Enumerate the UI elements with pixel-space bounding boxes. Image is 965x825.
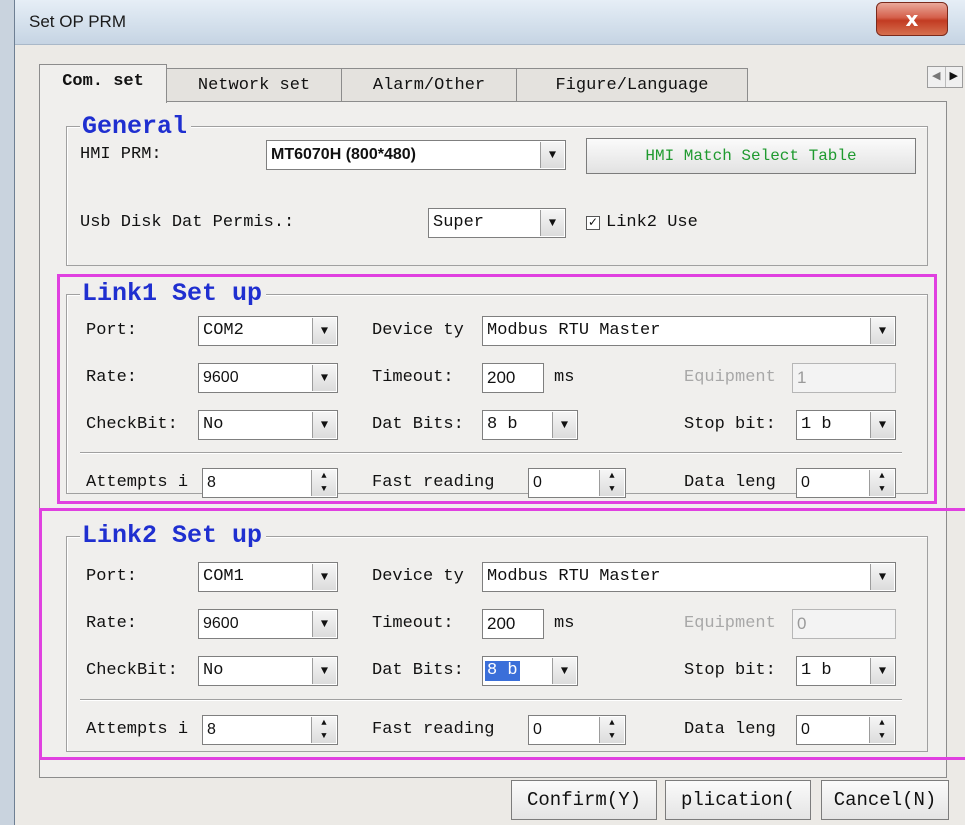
chevron-down-icon[interactable]: ▼ — [312, 318, 336, 344]
link2-fast-reading-label: Fast reading — [372, 720, 495, 739]
link2-stopbit-label: Stop bit: — [684, 661, 776, 680]
spin-arrows-icon[interactable]: ▲ ▼ — [311, 717, 336, 743]
close-icon: x — [905, 7, 919, 31]
link1-fast-reading-label: Fast reading — [372, 473, 495, 492]
spin-arrows-icon[interactable]: ▲ ▼ — [311, 470, 336, 496]
link2-timeout-label: Timeout: — [372, 614, 454, 633]
link2-equipment-input: 0 — [792, 609, 896, 639]
link2-datbits-label: Dat Bits: — [372, 661, 464, 680]
chevron-down-icon[interactable]: ▼ — [870, 412, 894, 438]
tab-com-set[interactable]: Com. set — [39, 64, 167, 103]
link1-stopbit-select[interactable]: 1 b ▼ — [796, 410, 896, 440]
link1-data-length-label: Data leng — [684, 473, 776, 492]
link1-checkbit-select[interactable]: No ▼ — [198, 410, 338, 440]
link2-use-checkbox[interactable]: ✓ — [586, 216, 600, 230]
com-set-panel: General HMI PRM: MT6070H (800*480) ▼ HMI… — [39, 101, 947, 778]
chevron-down-icon[interactable]: ▼ — [552, 412, 576, 438]
link2-rate-label: Rate: — [86, 614, 138, 633]
hmi-prm-select[interactable]: MT6070H (800*480) ▼ — [266, 140, 566, 170]
chevron-down-icon[interactable]: ▼ — [870, 658, 894, 684]
link2-equipment-label: Equipment — [684, 614, 776, 633]
arrow-right-icon[interactable]: ▶ — [944, 67, 963, 87]
link2-port-select[interactable]: COM1 ▼ — [198, 562, 338, 592]
link2-title: Link2 Set up — [80, 523, 267, 549]
link2-checkbit-label: CheckBit: — [86, 661, 178, 680]
link2-device-type-select[interactable]: Modbus RTU Master ▼ — [482, 562, 896, 592]
chevron-down-icon[interactable]: ▼ — [312, 365, 336, 391]
usb-disk-permission-select[interactable]: Super ▼ — [428, 208, 566, 238]
application-button[interactable]: plication( — [665, 780, 811, 820]
link2-timeout-unit: ms — [554, 614, 575, 633]
cancel-button[interactable]: Cancel(N) — [821, 780, 949, 820]
spin-arrows-icon[interactable]: ▲ ▼ — [869, 717, 894, 743]
chevron-down-icon[interactable]: ▼ — [312, 611, 336, 637]
link2-device-type-label: Device ty — [372, 567, 464, 586]
link2-data-length-label: Data leng — [684, 720, 776, 739]
chevron-down-icon[interactable]: ▼ — [870, 564, 894, 590]
link2-checkbit-select[interactable]: No ▼ — [198, 656, 338, 686]
spin-arrows-icon[interactable]: ▲ ▼ — [599, 470, 624, 496]
usb-disk-permission-label: Usb Disk Dat Permis.: — [80, 213, 295, 232]
link1-rate-select[interactable]: 9600 ▼ — [198, 363, 338, 393]
link1-device-type-label: Device ty — [372, 321, 464, 340]
link1-port-select[interactable]: COM2 ▼ — [198, 316, 338, 346]
link2-timeout-input[interactable]: 200 — [482, 609, 544, 639]
tab-scroll-buttons: ◀ ▶ — [927, 66, 963, 88]
link1-stopbit-label: Stop bit: — [684, 415, 776, 434]
link1-attempts-spinbox[interactable]: 8 ▲ ▼ — [202, 468, 338, 498]
link1-timeout-label: Timeout: — [372, 368, 454, 387]
link2-separator — [80, 699, 902, 701]
link2-datbits-select[interactable]: 8 b ▼ — [482, 656, 578, 686]
link1-timeout-unit: ms — [554, 368, 575, 387]
confirm-button[interactable]: Confirm(Y) — [511, 780, 657, 820]
window-title: Set OP PRM — [29, 12, 126, 31]
link1-checkbit-label: CheckBit: — [86, 415, 178, 434]
chevron-down-icon[interactable]: ▼ — [312, 564, 336, 590]
link1-title: Link1 Set up — [80, 281, 267, 307]
chevron-down-icon[interactable]: ▼ — [312, 658, 336, 684]
tab-network-set[interactable]: Network set — [166, 68, 342, 102]
link1-fast-reading-spinbox[interactable]: 0 ▲ ▼ — [528, 468, 626, 498]
hmi-prm-label: HMI PRM: — [80, 145, 162, 164]
link1-datbits-label: Dat Bits: — [372, 415, 464, 434]
chevron-down-icon[interactable]: ▼ — [540, 142, 564, 168]
link2-port-label: Port: — [86, 567, 138, 586]
arrow-left-icon[interactable]: ◀ — [928, 67, 945, 87]
link2-attempts-label: Attempts i — [86, 720, 189, 739]
link1-port-label: Port: — [86, 321, 138, 340]
tab-figure-language[interactable]: Figure/Language — [516, 68, 748, 102]
link1-device-type-select[interactable]: Modbus RTU Master ▼ — [482, 316, 896, 346]
chevron-down-icon[interactable]: ▼ — [312, 412, 336, 438]
link1-timeout-input[interactable]: 200 — [482, 363, 544, 393]
link1-rate-label: Rate: — [86, 368, 138, 387]
link1-separator — [80, 452, 902, 454]
link2-rate-select[interactable]: 9600 ▼ — [198, 609, 338, 639]
link1-attempts-label: Attempts i — [86, 473, 189, 492]
title-bar[interactable]: Set OP PRM x — [15, 0, 965, 45]
hmi-match-select-table-button[interactable]: HMI Match Select Table — [586, 138, 916, 174]
chevron-down-icon[interactable]: ▼ — [870, 318, 894, 344]
chevron-down-icon[interactable]: ▼ — [552, 658, 576, 684]
close-button[interactable]: x — [876, 2, 948, 36]
general-title: General — [80, 114, 192, 140]
link2-data-length-spinbox[interactable]: 0 ▲ ▼ — [796, 715, 896, 745]
spin-arrows-icon[interactable]: ▲ ▼ — [599, 717, 624, 743]
link2-fast-reading-spinbox[interactable]: 0 ▲ ▼ — [528, 715, 626, 745]
chevron-down-icon[interactable]: ▼ — [540, 210, 564, 236]
link1-equipment-input: 1 — [792, 363, 896, 393]
link1-datbits-select[interactable]: 8 b ▼ — [482, 410, 578, 440]
link1-equipment-label: Equipment — [684, 368, 776, 387]
link2-stopbit-select[interactable]: 1 b ▼ — [796, 656, 896, 686]
link1-data-length-spinbox[interactable]: 0 ▲ ▼ — [796, 468, 896, 498]
spin-arrows-icon[interactable]: ▲ ▼ — [869, 470, 894, 496]
link2-use-label: Link2 Use — [606, 213, 698, 232]
dialog-window: Set OP PRM x Com. set Network set Alarm/… — [14, 0, 965, 825]
tab-alarm-other[interactable]: Alarm/Other — [341, 68, 517, 102]
link2-attempts-spinbox[interactable]: 8 ▲ ▼ — [202, 715, 338, 745]
